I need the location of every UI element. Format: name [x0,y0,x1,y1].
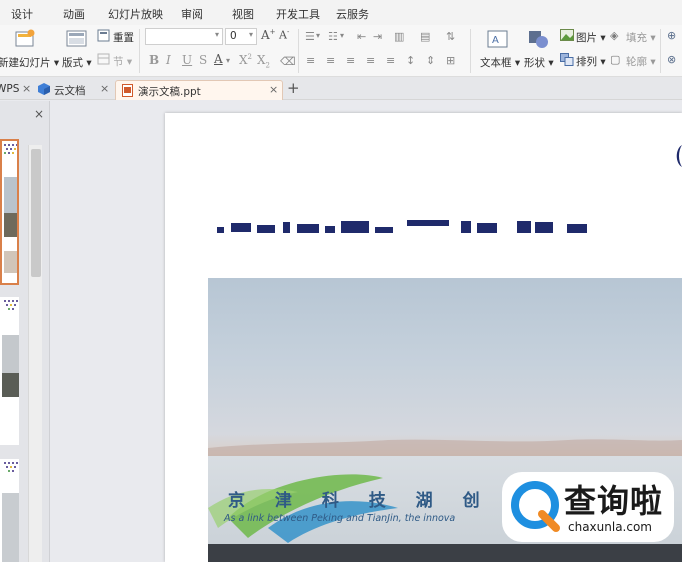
outline-icon[interactable]: ▢ [610,53,620,66]
reset-button[interactable]: 重置 [113,30,134,45]
watermark-url: chaxunla.com [568,520,652,534]
menu-view[interactable]: 视图 [232,6,254,22]
fill-button[interactable]: 填充 ▾ [626,30,656,45]
arrange-icon[interactable] [560,53,574,66]
section-button[interactable]: 节 ▾ [113,54,132,69]
slide-thumbnail-pane: × [0,101,50,562]
clear-format-icon[interactable]: ⌫ [280,55,296,68]
picture-button[interactable]: 图片 ▾ [576,30,606,45]
paragraph-spacing-icon[interactable]: ⇕ [426,54,435,67]
thumbnail-image [2,462,19,562]
italic-button[interactable]: I [166,53,171,67]
scrollbar-thumb[interactable] [31,149,41,277]
align-text-icon[interactable]: ⇅ [446,30,455,43]
thumbnail-image [4,144,17,273]
font-size-select[interactable]: 0 ▾ [225,28,257,45]
decrease-indent-icon[interactable]: ⇤ [357,30,366,43]
menu-cloud-service[interactable]: 云服务 [336,6,369,22]
font-family-select[interactable]: ▾ [145,28,223,45]
textbox-button[interactable]: 文本框 ▾ [480,55,520,70]
tab-cloud-docs[interactable]: 云文档 × [36,80,114,100]
watermark-text: 查询啦 [564,482,664,520]
distributed-icon[interactable]: ≡ [386,54,395,67]
layout-icon[interactable] [66,29,88,49]
bold-button[interactable]: B [149,53,159,67]
slide-thumbnail-1[interactable] [0,139,19,285]
ribbon-toolbar: 新建幻灯片 ▾ 版式 ▾ 重置 节 ▾ ▾ 0 ▾ A+ A- B I U S A… [0,25,682,77]
reset-icon[interactable] [97,29,110,42]
arrange-button[interactable]: 排列 ▾ [576,54,606,69]
columns-icon[interactable]: ▥ [394,30,404,43]
close-icon[interactable]: × [100,82,109,95]
section-icon[interactable] [97,53,110,65]
shape-button[interactable]: 形状 ▾ [524,55,554,70]
menu-design[interactable]: 设计 [11,6,33,22]
picture-icon[interactable] [560,29,574,41]
justify-icon[interactable]: ≡ [366,54,375,67]
align-center-icon[interactable]: ≡ [326,54,335,67]
line-spacing-icon[interactable]: ↕ [406,54,415,67]
font-color-dropdown-icon[interactable]: ▾ [226,56,230,65]
align-right-icon[interactable]: ≡ [346,54,355,67]
menu-developer[interactable]: 开发工具 [276,6,320,22]
align-left-icon[interactable]: ≡ [306,54,315,67]
outline-button[interactable]: 轮廓 ▾ [626,54,656,69]
document-tab-bar: WPS × 云文档 × 演示文稿.ppt × + [0,77,682,100]
textbox-icon[interactable]: A [487,29,509,49]
thumbnail-image [2,300,19,397]
increase-indent-icon[interactable]: ⇥ [373,30,382,43]
svg-text:A: A [492,35,499,46]
shadow-button[interactable]: S [199,53,207,67]
menu-slideshow[interactable]: 幻灯片放映 [108,6,163,22]
font-size-increase-icon[interactable]: A+ [261,28,276,42]
ppt-file-icon [122,84,133,97]
bullets-icon[interactable]: ☰ [305,30,315,43]
close-pane-icon[interactable]: × [34,107,44,121]
underline-button[interactable]: U [182,53,192,67]
slide-title-cropped[interactable] [217,209,617,249]
numbering-icon[interactable]: ☷ [328,30,338,43]
fill-icon[interactable]: ◈ [610,29,618,42]
layout-button[interactable]: 版式 ▾ [62,55,92,70]
bullets-dropdown-icon[interactable]: ▾ [316,31,320,40]
menu-review[interactable]: 审阅 [181,6,203,22]
text-direction-icon[interactable]: ▤ [420,30,430,43]
superscript-button[interactable]: X2 [239,53,252,67]
menu-animation[interactable]: 动画 [63,6,85,22]
new-slide-button[interactable]: 新建幻灯片 ▾ [0,55,59,70]
hoarding-chinese-text: 京 津 科 技 湖 创 [228,491,492,511]
hoarding-english-text: As a link between Peking and TianJin, th… [224,513,456,524]
logo-fragment-icon [676,145,682,167]
new-tab-icon[interactable]: + [287,79,300,97]
new-slide-icon[interactable] [14,29,36,49]
cloud-doc-icon [38,83,50,95]
replace-icon[interactable]: ⊗ [667,53,676,66]
ground-strip [208,544,682,562]
watermark-q-logo-icon [511,481,560,532]
thumbnail-scrollbar[interactable] [28,145,42,562]
subscript-button[interactable]: X2 [257,53,270,69]
font-size-decrease-icon[interactable]: A- [279,28,289,42]
numbering-dropdown-icon[interactable]: ▾ [340,31,344,40]
shape-icon[interactable] [527,29,551,49]
close-icon[interactable]: × [22,82,31,95]
slide-thumbnail-3[interactable] [0,459,19,562]
tab-presentation[interactable]: 演示文稿.ppt × [115,80,283,100]
tab-wps[interactable]: WPS × [0,80,34,100]
paragraph-settings-icon[interactable]: ⊞ [446,54,455,67]
slide-thumbnail-2[interactable] [0,297,19,445]
menu-bar: 设计 动画 幻灯片放映 审阅 视图 开发工具 云服务 [0,0,682,25]
font-color-button[interactable]: A [214,52,223,66]
watermark-badge: 查询啦 chaxunla.com [502,472,674,542]
close-icon[interactable]: × [269,83,278,96]
find-icon[interactable]: ⊕ [667,29,676,42]
